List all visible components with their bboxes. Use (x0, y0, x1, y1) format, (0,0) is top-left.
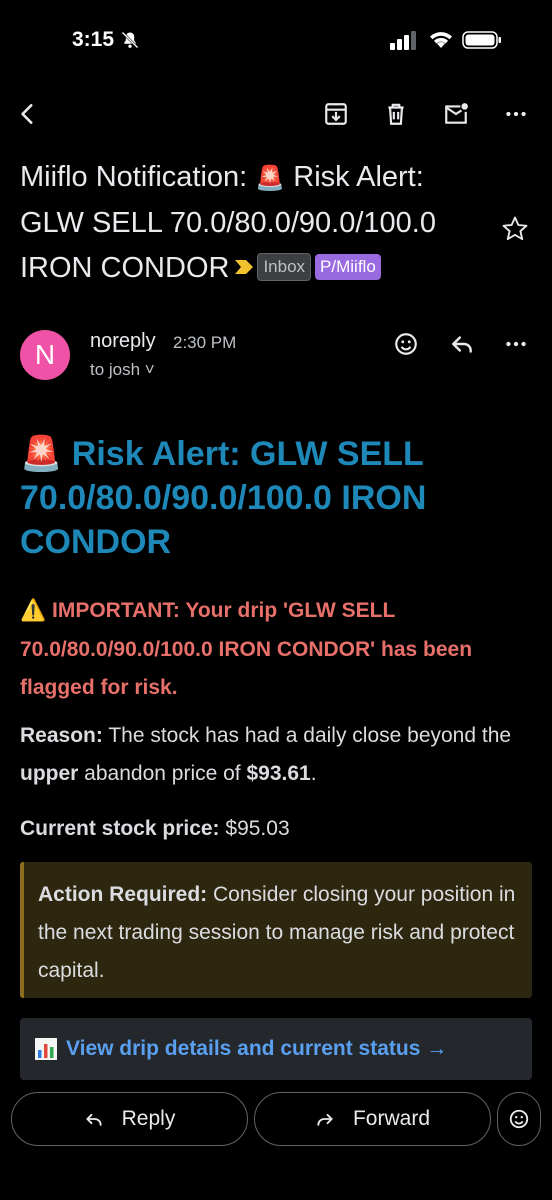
mark-unread-button[interactable] (436, 92, 476, 136)
siren-icon: 🚨 (255, 165, 286, 192)
warning-icon: ⚠️ (20, 599, 47, 622)
delete-button[interactable] (376, 92, 416, 136)
miiflo-label-chip[interactable]: P/Miiflo (315, 253, 381, 280)
body-title: 🚨 Risk Alert: GLW SELL 70.0/80.0/90.0/10… (20, 432, 530, 564)
importance-marker-icon (235, 260, 254, 275)
email-subject: Miiflo Notification: 🚨 Risk Alert: GLW S… (20, 155, 490, 291)
view-details-text: View drip details and current status → (66, 1037, 448, 1060)
more-dots-icon (506, 341, 526, 347)
forward-button[interactable]: Forward (254, 1092, 491, 1146)
abandon-price: $93.61 (246, 762, 311, 785)
status-time: 3:15 (72, 28, 115, 51)
battery-icon (462, 31, 501, 49)
siren-icon: 🚨 (20, 435, 63, 473)
sender-name: noreply (90, 330, 156, 352)
reason-bold-word: upper (20, 762, 79, 785)
smiley-icon (509, 1109, 529, 1129)
bar-chart-icon (35, 1038, 57, 1060)
reply-icon (452, 336, 472, 353)
message-more-button[interactable] (498, 328, 534, 360)
sender-avatar[interactable]: N (20, 330, 70, 380)
action-required-box: Action Required: Consider closing your p… (20, 862, 532, 998)
forward-icon (317, 1113, 333, 1126)
reason-text-1: The stock has had a daily close beyond t… (102, 724, 512, 747)
important-text: IMPORTANT: Your drip 'GLW SELL 70.0/80.0… (20, 599, 473, 699)
star-icon[interactable] (500, 214, 530, 244)
forward-label: Forward (352, 1107, 431, 1130)
more-options-button[interactable] (496, 92, 536, 136)
reason-text-3: . (310, 762, 317, 785)
emoji-reaction-button[interactable] (497, 1092, 541, 1146)
current-price-paragraph: Current stock price: $95.03 (20, 812, 532, 846)
reason-label: Reason: (20, 724, 103, 747)
trash-icon (388, 103, 404, 125)
body-title-text: Risk Alert: GLW SELL 70.0/80.0/90.0/100.… (20, 435, 427, 561)
reply-icon-button[interactable] (444, 328, 480, 360)
reply-button[interactable]: Reply (11, 1092, 248, 1146)
subject-prefix: Miiflo Notification: (20, 161, 248, 193)
cellular-signal-icon (390, 31, 416, 50)
back-arrow-icon (21, 104, 33, 124)
view-details-link[interactable]: View drip details and current status → (20, 1018, 532, 1080)
current-price-label: Current stock price: (20, 817, 220, 840)
wifi-icon (430, 32, 452, 48)
current-price-value: $95.03 (219, 817, 290, 840)
inbox-label-chip[interactable]: Inbox (257, 252, 312, 281)
reply-icon (86, 1113, 102, 1126)
important-notice: ⚠️ IMPORTANT: Your drip 'GLW SELL 70.0/8… (20, 592, 530, 708)
bell-off-icon (121, 31, 139, 49)
reason-text-2: abandon price of (78, 762, 247, 785)
smiley-icon (395, 333, 417, 355)
archive-button[interactable] (316, 92, 356, 136)
react-emoji-button[interactable] (388, 328, 424, 360)
top-toolbar (0, 92, 552, 136)
back-button[interactable] (8, 92, 48, 136)
reply-label: Reply (121, 1107, 176, 1130)
status-bar: 3:15 (0, 0, 552, 80)
sent-time: 2:30 PM (173, 333, 237, 352)
mail-unread-icon (445, 103, 468, 124)
more-dots-icon (506, 111, 526, 117)
recipient-details-toggle[interactable]: to josh ˅ (90, 360, 155, 380)
reason-paragraph: Reason: The stock has had a daily close … (20, 717, 532, 793)
action-label: Action Required: (38, 883, 208, 906)
archive-icon (325, 103, 347, 125)
